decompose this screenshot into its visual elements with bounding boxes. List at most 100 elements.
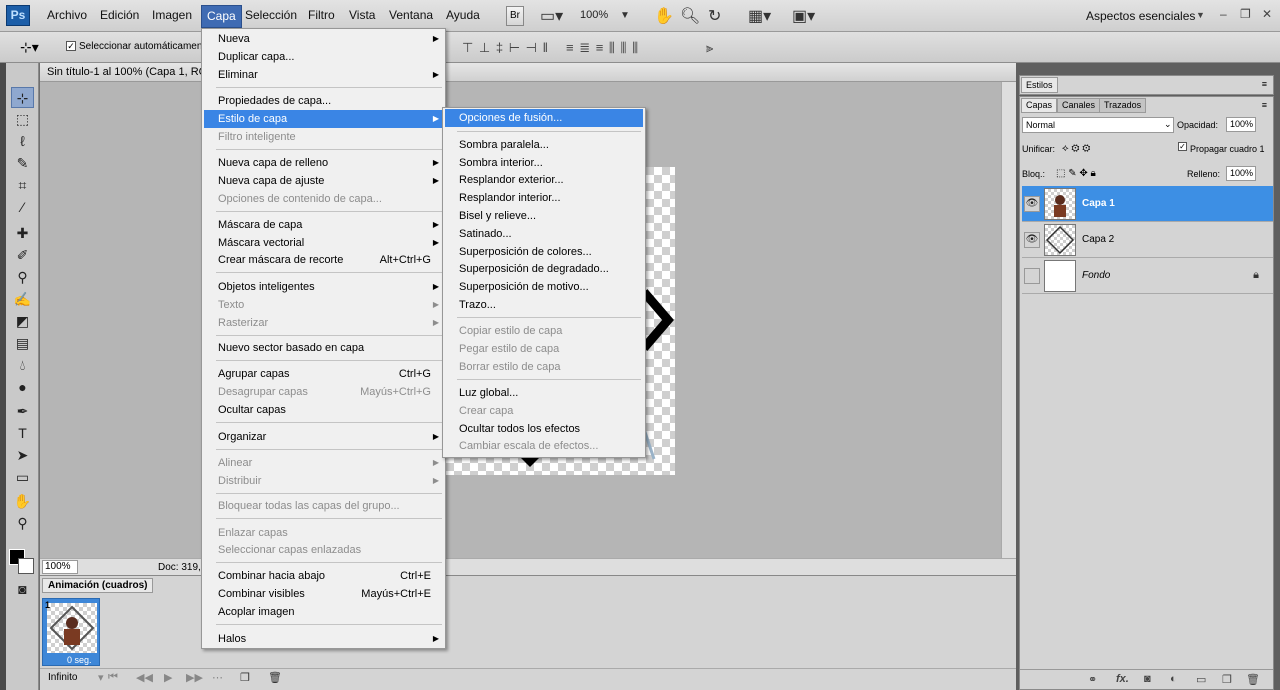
history-brush-icon[interactable]: ✍ xyxy=(11,289,34,310)
menu-archivo[interactable]: Archivo xyxy=(47,8,87,22)
menu-item-combinar-hacia-abajo[interactable]: Combinar hacia abajo Ctrl+E xyxy=(204,567,443,585)
menu-item-mascara-de-capa[interactable]: Máscara de capa ▶ xyxy=(204,216,443,234)
menu-edicion[interactable]: Edición xyxy=(100,8,139,22)
next-frame-icon[interactable]: ▶▶ xyxy=(186,671,203,684)
tween-icon[interactable]: ⋯ xyxy=(212,671,223,684)
propagate-checkbox[interactable]: ✓ xyxy=(1178,142,1187,151)
blur-tool-icon[interactable]: 💧︎ xyxy=(11,355,34,376)
hand-tool-icon[interactable]: ✋ xyxy=(11,491,34,512)
menu-item-agrupar-capas[interactable]: Agrupar capas Ctrl+G xyxy=(204,365,443,383)
eye-icon[interactable]: 👁︎ xyxy=(1024,196,1040,212)
blend-mode-select[interactable]: Normal xyxy=(1022,117,1174,133)
close-icon[interactable]: ✕ xyxy=(1262,7,1272,21)
submenu-item-satinado[interactable]: Satinado... xyxy=(445,225,643,243)
menu-item-nueva[interactable]: Nueva ▶ xyxy=(204,30,443,48)
visibility-toggle[interactable] xyxy=(1024,268,1040,284)
status-zoom-field[interactable]: 100% xyxy=(42,560,78,574)
eraser-tool-icon[interactable]: ◩ xyxy=(11,311,34,332)
minimize-icon[interactable]: – xyxy=(1220,7,1227,21)
eyedropper-tool-icon[interactable]: ⁄ xyxy=(11,197,34,218)
loop-option[interactable]: Infinito xyxy=(48,672,77,683)
type-tool-icon[interactable]: T xyxy=(11,423,34,444)
menu-item-desagrupar-capas[interactable]: Desagrupar capas Mayús+Ctrl+G xyxy=(204,383,443,401)
submenu-item-opciones-de-fusion[interactable]: Opciones de fusión... xyxy=(445,109,643,127)
zoom-tool-icon[interactable]: ⚲ xyxy=(11,513,34,534)
menu-item-mascara-vectorial[interactable]: Máscara vectorial ▶ xyxy=(204,234,443,252)
submenu-item-sombra-paralela[interactable]: Sombra paralela... xyxy=(445,136,643,154)
menu-item-objetos-inteligentes[interactable]: Objetos inteligentes ▶ xyxy=(204,278,443,296)
menu-item-bloquear-capas[interactable]: Bloquear todas las capas del grupo... xyxy=(204,497,443,515)
lasso-tool-icon[interactable]: ℓ xyxy=(11,131,34,152)
menu-item-texto[interactable]: Texto ▶ xyxy=(204,296,443,314)
layer-row-capa-2[interactable]: 👁︎ Capa 2 xyxy=(1022,222,1273,258)
quick-mask-icon[interactable]: ◙ xyxy=(11,579,34,600)
animation-tab[interactable]: Animación (cuadros) xyxy=(42,578,154,593)
submenu-item-trazo[interactable]: Trazo... xyxy=(445,296,643,314)
tab-paths[interactable]: Trazados xyxy=(1099,98,1147,113)
menu-item-estilo-de-capa[interactable]: Estilo de capa ▶ xyxy=(204,110,443,128)
lock-icons[interactable]: ⬚ ✎ ✥ 🔒︎ xyxy=(1056,168,1096,179)
submenu-item-cambiar-escala[interactable]: Cambiar escala de efectos... xyxy=(445,437,643,455)
layer-name[interactable]: Capa 1 xyxy=(1082,198,1115,209)
eye-icon[interactable]: 👁︎ xyxy=(1024,232,1040,248)
layers-menu-icon[interactable]: ≡ xyxy=(1262,100,1267,110)
tab-layers[interactable]: Capas xyxy=(1021,98,1058,113)
menu-item-distribuir[interactable]: Distribuir ▶ xyxy=(204,472,443,490)
new-layer-icon[interactable]: ❐ xyxy=(1222,673,1232,686)
chevron-down-icon[interactable]: ▼ xyxy=(620,10,630,21)
path-select-icon[interactable]: ➤ xyxy=(11,445,34,466)
link-layers-icon[interactable]: ⚭ xyxy=(1088,673,1097,686)
menu-item-seleccionar-enlazadas[interactable]: Seleccionar capas enlazadas xyxy=(204,541,443,559)
fx-icon[interactable]: fx. xyxy=(1116,673,1129,685)
previous-frame-icon[interactable]: ◀◀ xyxy=(136,671,153,684)
menu-ayuda[interactable]: Ayuda xyxy=(446,8,480,22)
workspace-chevron-icon[interactable]: ▼ xyxy=(1196,10,1205,20)
submenu-item-bisel-y-relieve[interactable]: Bisel y relieve... xyxy=(445,207,643,225)
marquee-tool-icon[interactable]: ⬚ xyxy=(11,109,34,130)
menu-item-ocultar-capas[interactable]: Ocultar capas xyxy=(204,401,443,419)
menu-item-nuevo-sector[interactable]: Nuevo sector basado en capa xyxy=(204,339,443,357)
submenu-item-superposicion-de-colores[interactable]: Superposición de colores... xyxy=(445,243,643,261)
animation-frame[interactable]: 1 0 seg. xyxy=(42,598,100,666)
submenu-item-superposicion-de-degradado[interactable]: Superposición de degradado... xyxy=(445,260,643,278)
pen-tool-icon[interactable]: ✒ xyxy=(11,401,34,422)
submenu-item-pegar-estilo[interactable]: Pegar estilo de capa xyxy=(445,340,643,358)
submenu-item-resplandor-exterior[interactable]: Resplandor exterior... xyxy=(445,171,643,189)
submenu-item-luz-global[interactable]: Luz global... xyxy=(445,384,643,402)
submenu-item-resplandor-interior[interactable]: Resplandor interior... xyxy=(445,189,643,207)
move-tool-icon[interactable]: ⊹ xyxy=(11,87,34,108)
menu-vista[interactable]: Vista xyxy=(349,8,375,22)
healing-brush-icon[interactable]: ✚ xyxy=(11,223,34,244)
align-icons[interactable]: ⊤ ⊥ ‡ ⊢ ⊣ ‖ xyxy=(462,40,549,56)
delete-frame-icon[interactable]: 🗑︎ xyxy=(268,671,282,684)
delete-layer-icon[interactable]: 🗑︎ xyxy=(1246,673,1260,686)
clone-stamp-icon[interactable]: ⚲ xyxy=(11,267,34,288)
menu-filtro[interactable]: Filtro xyxy=(308,8,335,22)
fill-field[interactable]: 100% xyxy=(1226,166,1256,181)
frame-delay[interactable]: 0 seg. xyxy=(67,655,92,665)
menu-item-halos[interactable]: Halos ▶ xyxy=(204,630,443,648)
menu-item-combinar-visibles[interactable]: Combinar visibles Mayús+Ctrl+E xyxy=(204,585,443,603)
zoom-level[interactable]: 100% xyxy=(580,9,608,21)
menu-seleccion[interactable]: Selección xyxy=(245,8,297,22)
crop-tool-icon[interactable]: ⌗ xyxy=(11,175,34,196)
menu-item-eliminar[interactable]: Eliminar ▶ xyxy=(204,66,443,84)
unify-icons[interactable]: ⟡ ⚙ ⚙ xyxy=(1062,143,1090,154)
vertical-scrollbar[interactable] xyxy=(1001,82,1016,558)
menu-item-nueva-capa-de-relleno[interactable]: Nueva capa de relleno ▶ xyxy=(204,154,443,172)
submenu-item-superposicion-de-motivo[interactable]: Superposición de motivo... xyxy=(445,278,643,296)
brush-tool-icon[interactable]: ✐ xyxy=(11,245,34,266)
menu-item-propiedades-de-capa[interactable]: Propiedades de capa... xyxy=(204,92,443,110)
rotate-view-icon[interactable]: ↻ xyxy=(708,6,721,26)
screen-mode-icon[interactable]: ▣▾ xyxy=(792,6,815,26)
menu-item-rasterizar[interactable]: Rasterizar ▶ xyxy=(204,314,443,332)
duplicate-frame-icon[interactable]: ❐ xyxy=(240,671,250,684)
auto-select-checkbox[interactable]: ✓ xyxy=(66,41,76,51)
loop-chevron-icon[interactable]: ▾ xyxy=(98,671,104,684)
styles-tab[interactable]: Estilos xyxy=(1021,77,1058,93)
new-group-icon[interactable]: ▭ xyxy=(1196,673,1206,686)
distribute-icons[interactable]: ≡ ≣ ≡ ⫼ ⫼ ⫼ xyxy=(566,40,639,56)
layer-row-fondo[interactable]: Fondo 🔒︎ xyxy=(1022,258,1273,294)
submenu-item-crear-capa[interactable]: Crear capa xyxy=(445,402,643,420)
submenu-item-borrar-estilo[interactable]: Borrar estilo de capa xyxy=(445,358,643,376)
